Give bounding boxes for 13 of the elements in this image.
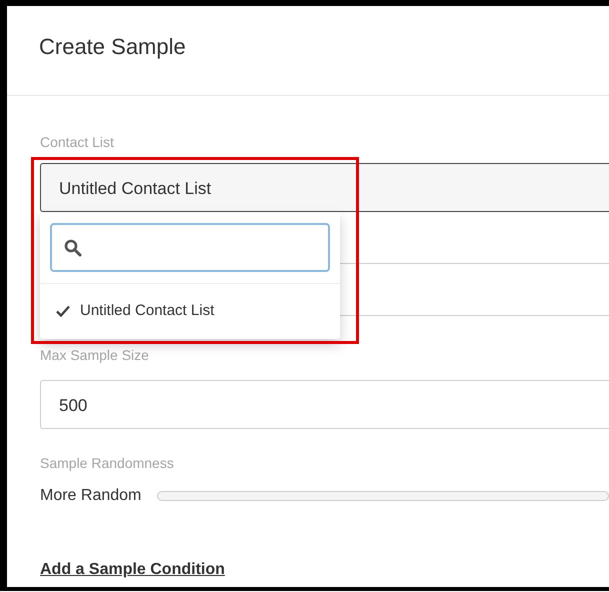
contact-list-select[interactable]: Untitled Contact List: [40, 163, 609, 212]
field-label: Sample Randomness: [40, 454, 175, 473]
search-icon: [64, 238, 82, 256]
randomness-slider-track[interactable]: [157, 491, 609, 501]
dropdown-option[interactable]: Untitled Contact List: [40, 283, 340, 338]
search-field[interactable]: [50, 223, 330, 272]
check-icon: [56, 305, 70, 318]
dialog-title: Create Sample: [39, 34, 187, 60]
slider-label: More Random: [40, 486, 142, 506]
field-label: Max Sample Size: [40, 346, 150, 365]
add-sample-condition-link[interactable]: Add a Sample Condition: [40, 561, 225, 578]
max-sample-size-field[interactable]: 500: [40, 380, 609, 429]
field-label: Contact List: [40, 133, 115, 152]
